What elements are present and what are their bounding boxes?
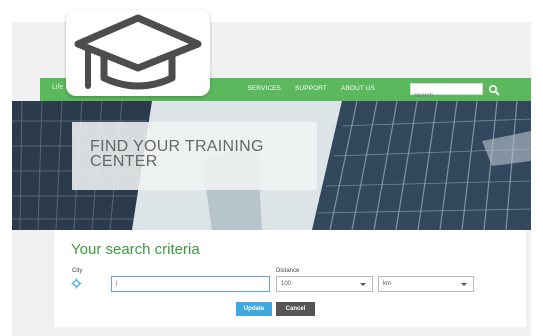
unit-value: km (383, 281, 391, 287)
criteria-heading: Your search criteria (71, 241, 200, 258)
city-input[interactable]: | (111, 276, 270, 292)
nav-link-support[interactable]: SUPPORT (295, 85, 327, 92)
graduation-badge (66, 10, 210, 96)
search-input[interactable] (411, 91, 482, 101)
search-icon (488, 84, 500, 96)
cancel-button[interactable]: Cancel (276, 302, 315, 316)
hero-title: FIND YOUR TRAINING CENTER (90, 138, 264, 170)
graduation-cap-icon (74, 14, 202, 90)
search-box[interactable] (410, 83, 483, 101)
nav-link-about-us[interactable]: ABOUT US (341, 85, 375, 92)
chevron-down-icon (461, 283, 467, 286)
search-button[interactable] (488, 83, 500, 96)
city-label: City (72, 268, 83, 274)
brand-text: Life (52, 84, 64, 91)
city-input-value: | (116, 281, 118, 287)
chevron-down-icon (360, 283, 366, 286)
nav-link-services[interactable]: SERVICES (247, 85, 281, 92)
unit-select[interactable]: km (378, 276, 474, 292)
distance-select[interactable]: 100 (276, 276, 373, 292)
nav-links: S SERVICES SUPPORT ABOUT US (229, 85, 375, 92)
distance-label: Distance (276, 268, 300, 274)
crosshair-icon[interactable] (71, 278, 82, 289)
distance-value: 100 (281, 281, 292, 287)
update-button[interactable]: Update (236, 302, 272, 316)
search-criteria-card: Your search criteria City | Distance 100… (54, 230, 526, 327)
